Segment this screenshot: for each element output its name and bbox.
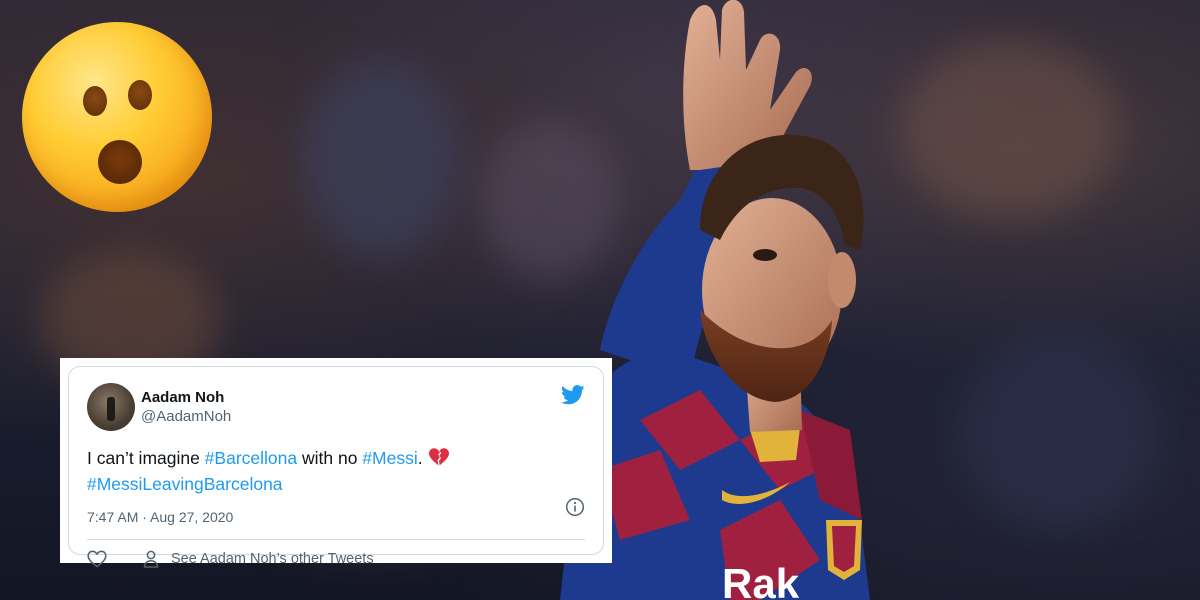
see-other-tweets-link[interactable]: See Aadam Noh’s other Tweets: [171, 551, 374, 567]
tweet-text-part: with no: [297, 448, 363, 468]
avatar[interactable]: [87, 383, 135, 431]
author-names: Aadam Noh @AadamNoh: [141, 388, 231, 426]
tweet-timestamp[interactable]: 7:47 AM · Aug 27, 2020: [87, 509, 233, 525]
heart-icon[interactable]: [87, 550, 107, 568]
broken-heart-emoji: [428, 448, 449, 466]
emoji-eye: [128, 80, 152, 110]
emoji-mouth: [98, 140, 142, 184]
tweet-meta: 7:47 AM · Aug 27, 2020: [87, 505, 585, 529]
info-icon[interactable]: [565, 497, 585, 517]
tweet-actions: See Aadam Noh’s other Tweets: [87, 540, 585, 578]
author-handle[interactable]: @AadamNoh: [141, 407, 231, 426]
tweet-embed[interactable]: Aadam Noh @AadamNoh I can’t imagine #Bar…: [68, 366, 604, 568]
tweet-card: Aadam Noh @AadamNoh I can’t imagine #Bar…: [60, 358, 612, 568]
tweet-header: Aadam Noh @AadamNoh: [87, 383, 585, 431]
person-icon[interactable]: [143, 550, 159, 568]
emoji-eye: [83, 86, 107, 116]
twitter-bird-icon[interactable]: [561, 385, 585, 405]
tweet-text: I can’t imagine #Barcellona with no #Mes…: [87, 445, 585, 497]
tweet-text-part: .: [417, 448, 423, 468]
hashtag-link[interactable]: #MessiLeavingBarcelona: [87, 474, 283, 494]
author-display-name[interactable]: Aadam Noh: [141, 388, 231, 407]
tweet-text-part: I can’t imagine: [87, 448, 205, 468]
hushed-face-emoji: [22, 22, 212, 212]
hashtag-link[interactable]: #Messi: [362, 448, 417, 468]
shirt-sponsor-text: Rak: [722, 560, 800, 600]
hashtag-link[interactable]: #Barcellona: [205, 448, 297, 468]
